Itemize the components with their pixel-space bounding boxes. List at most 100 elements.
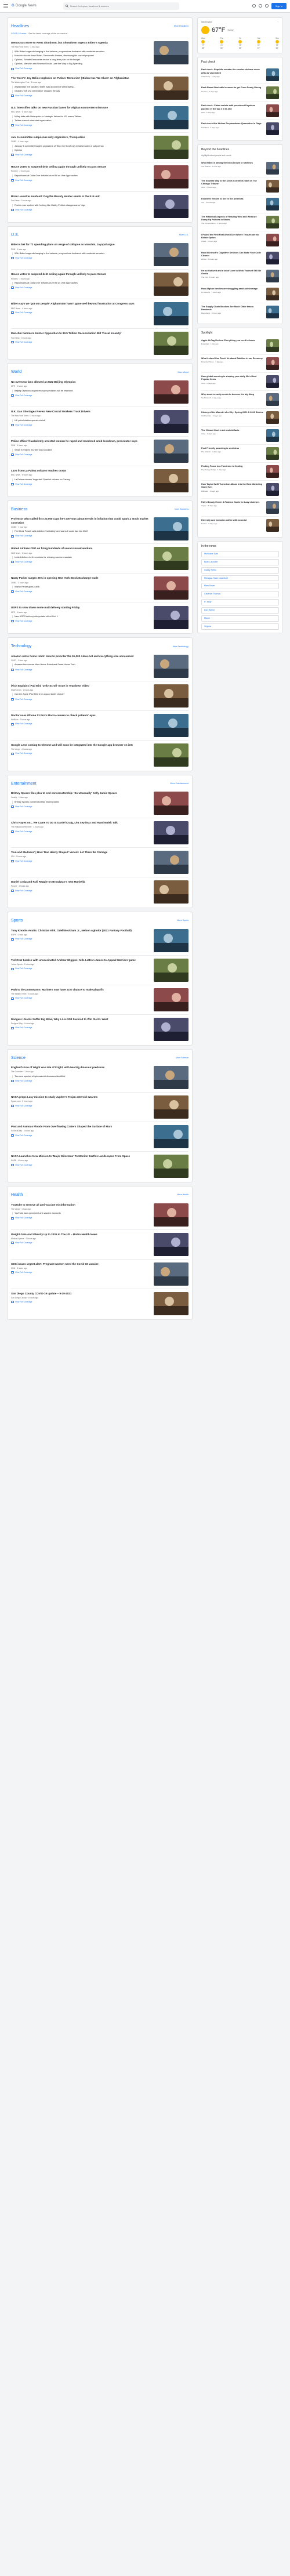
story-thumbnail[interactable] — [154, 1017, 188, 1041]
story-headline[interactable]: San Diego County COVID-19 update – 9-29-… — [11, 1292, 150, 1296]
side-story[interactable]: Each Board Workable Incomes to get From … — [201, 84, 279, 103]
story-thumbnail[interactable] — [154, 380, 188, 404]
story-headline[interactable]: No overseas fans allowed at 2022 Beijing… — [11, 380, 150, 384]
story-headline[interactable]: U.S. intensifies talks on new Russian ba… — [11, 106, 150, 110]
full-coverage-link[interactable]: View Full Coverage — [11, 286, 150, 289]
side-story[interactable]: Apple AirTag Review: Everything you need… — [201, 337, 279, 355]
sub-story[interactable]: Sarah Everard's murder 'was shocked' — [12, 448, 150, 452]
story-headline[interactable]: Daniel Craig and Rufi Reggie on Broadway… — [11, 880, 150, 884]
sign-in-button[interactable]: Sign in — [271, 2, 287, 10]
sub-story[interactable]: Milley talks with Netanyahu: a 'strategi… — [12, 115, 150, 118]
sub-story[interactable]: Amazon Announces More Home Robot and Sma… — [12, 663, 150, 667]
sub-story[interactable]: Republicans at Odds Over Infrastructure … — [12, 174, 150, 177]
sub-story[interactable]: Warby Parker goes public — [12, 585, 150, 589]
story-thumbnail[interactable] — [154, 821, 188, 845]
story-headline[interactable]: Google Lens coming to Chrome and will so… — [11, 743, 150, 747]
full-coverage-link[interactable]: View Full Coverage — [11, 209, 150, 212]
story-thumbnail[interactable] — [154, 1125, 188, 1149]
section-more-link[interactable]: More Sports — [177, 919, 188, 922]
side-story[interactable]: Paul Friendly parenting is worthless The … — [201, 445, 279, 463]
story-thumbnail[interactable] — [154, 243, 188, 267]
side-story[interactable]: How Microsoft's Cognitive Services Can M… — [201, 249, 279, 267]
full-coverage-link[interactable]: View Full Coverage — [11, 860, 150, 863]
sub-story[interactable]: With Biden's agenda hanging in the balan… — [12, 252, 150, 256]
full-coverage-link[interactable]: View Full Coverage — [11, 1080, 150, 1083]
sub-story[interactable]: La Palma volcano 'huge fast' Spanish vol… — [12, 478, 150, 481]
sub-story[interactable]: Can the Apple iPad Mini 6 be a good tabl… — [12, 693, 150, 696]
story-thumbnail[interactable] — [154, 1232, 188, 1256]
search-icon[interactable] — [65, 5, 68, 8]
side-story[interactable]: Fact-check this Wuhan Preparedness-Quara… — [201, 120, 279, 137]
side-story[interactable]: How Taylor Swift Turned an Album Into th… — [201, 481, 279, 499]
settings-gear-icon[interactable] — [258, 4, 262, 8]
story-headline[interactable]: Path to the postseason: Mariners now hav… — [11, 988, 150, 992]
story-thumbnail[interactable] — [154, 1262, 188, 1286]
story-headline[interactable]: Biden's bet for 72 spending plans on ver… — [11, 243, 150, 246]
story-headline[interactable]: Dodgers: Giants Suffer Big Blow, Why LA … — [11, 1018, 150, 1021]
news-topic-chip[interactable]: Gabby Petito — [201, 567, 279, 574]
sub-story[interactable]: Opinion | Senate Democrats reckon a long… — [12, 59, 150, 62]
side-story[interactable]: The Supply Chain Illusions Are Much Olde… — [201, 303, 279, 321]
story-thumbnail[interactable] — [154, 792, 188, 815]
full-coverage-link[interactable]: View Full Coverage — [11, 890, 150, 892]
full-coverage-link[interactable]: View Full Coverage — [11, 752, 150, 755]
covid-banner[interactable]: COVID-19 news: See the latest coverage of… — [11, 31, 188, 39]
sub-story[interactable]: New USPS delivery delays take effect Oct… — [12, 615, 150, 619]
full-coverage-link[interactable]: View Full Coverage — [11, 1271, 150, 1274]
full-coverage-link[interactable]: View Full Coverage — [11, 938, 150, 941]
story-headline[interactable]: iFixit Explains iPad Mini 'Jelly Scroll'… — [11, 684, 150, 688]
story-headline[interactable]: Lava from La Palma volcano reaches ocean — [11, 469, 150, 473]
story-thumbnail[interactable] — [154, 606, 188, 630]
full-coverage-link[interactable]: View Full Coverage — [11, 1105, 150, 1108]
full-coverage-link[interactable]: View Full Coverage — [11, 154, 150, 157]
news-topic-chip[interactable]: Hurricane Sam — [201, 551, 279, 557]
story-thumbnail[interactable] — [154, 576, 188, 600]
full-coverage-link[interactable]: View Full Coverage — [11, 967, 150, 970]
story-headline[interactable]: Chris Hayes on... We Came To Do It: Dani… — [11, 821, 150, 825]
side-story[interactable]: Fact check: Claim ocelots with prominent… — [201, 102, 279, 121]
section-more-link[interactable]: More Business — [175, 508, 188, 511]
full-coverage-link[interactable]: View Full Coverage — [11, 124, 150, 127]
story-thumbnail[interactable] — [154, 851, 188, 875]
story-headline[interactable]: Police officer fraudulently arrested wom… — [11, 440, 150, 443]
side-story[interactable]: The Vibrant Hunt in Art and Artifacts Art… — [201, 427, 279, 445]
full-coverage-link[interactable]: View Full Coverage — [11, 1217, 150, 1220]
section-title[interactable]: Sports — [11, 918, 23, 923]
story-thumbnail[interactable] — [154, 302, 188, 326]
full-coverage-link[interactable]: View Full Coverage — [11, 257, 150, 260]
sub-story[interactable]: Manchin shoots down Biden, Democratic le… — [12, 55, 150, 58]
full-coverage-link[interactable]: View Full Coverage — [11, 424, 150, 427]
story-thumbnail[interactable] — [154, 41, 188, 65]
section-title[interactable]: U.S. — [11, 233, 19, 238]
section-title[interactable]: Entertainment — [11, 781, 37, 786]
weather-widget[interactable]: Washington ⋮ 67°F Sunny Wed 77° 58° Thu 74° 56… — [197, 17, 283, 53]
sub-story[interactable]: Fed Chair Powell calls inflation 'frustr… — [12, 530, 150, 534]
app-logo[interactable]: G Google News — [12, 3, 37, 8]
news-topic-chip[interactable]: Dan Rather — [201, 607, 279, 614]
full-coverage-link[interactable]: View Full Coverage — [11, 1164, 150, 1167]
side-story[interactable]: Fact check: Republic senator the vaccine… — [201, 66, 279, 85]
story-headline[interactable]: House votes to suspend debt ceiling agai… — [11, 273, 150, 276]
section-more-link[interactable]: More Science — [176, 1057, 188, 1060]
story-headline[interactable]: United Airlines CEO on firing hundreds o… — [11, 547, 150, 550]
sub-story[interactable]: Beijing Olympics organizers say spectato… — [12, 389, 150, 393]
story-headline[interactable]: The 'Hero's' Joy Belies Implodes on Puti… — [11, 77, 150, 80]
weather-more-icon[interactable]: ⋮ — [277, 21, 279, 24]
search-input[interactable] — [70, 5, 169, 8]
story-headline[interactable]: Britney Spears files plea to end conserv… — [11, 792, 150, 795]
story-thumbnail[interactable] — [154, 439, 188, 463]
story-thumbnail[interactable] — [154, 547, 188, 571]
sub-story[interactable]: Opinion | Manchin and Sinema Should Lose… — [12, 63, 150, 66]
side-story[interactable]: Why smart security needs to become the b… — [201, 391, 279, 409]
story-headline[interactable]: Jan. 6 committee subpoenas rally organiz… — [11, 136, 150, 139]
story-headline[interactable]: Weight Gain And Obesity Up to 2035 in Th… — [11, 1233, 150, 1236]
full-coverage-link[interactable]: View Full Coverage — [11, 590, 150, 593]
full-coverage-link[interactable]: View Full Coverage — [11, 620, 150, 623]
story-headline[interactable]: England's isle of Wight was Isle of Frig… — [11, 1066, 150, 1069]
side-story[interactable]: Excellent Venues to See in the Americas V… — [201, 195, 279, 213]
full-coverage-link[interactable]: View Full Coverage — [11, 669, 150, 672]
full-coverage-link[interactable]: View Full Coverage — [11, 1134, 150, 1137]
story-thumbnail[interactable] — [154, 928, 188, 952]
section-title[interactable]: Science — [11, 1055, 26, 1061]
side-story[interactable]: How Afghan families are struggling amid … — [201, 285, 279, 303]
